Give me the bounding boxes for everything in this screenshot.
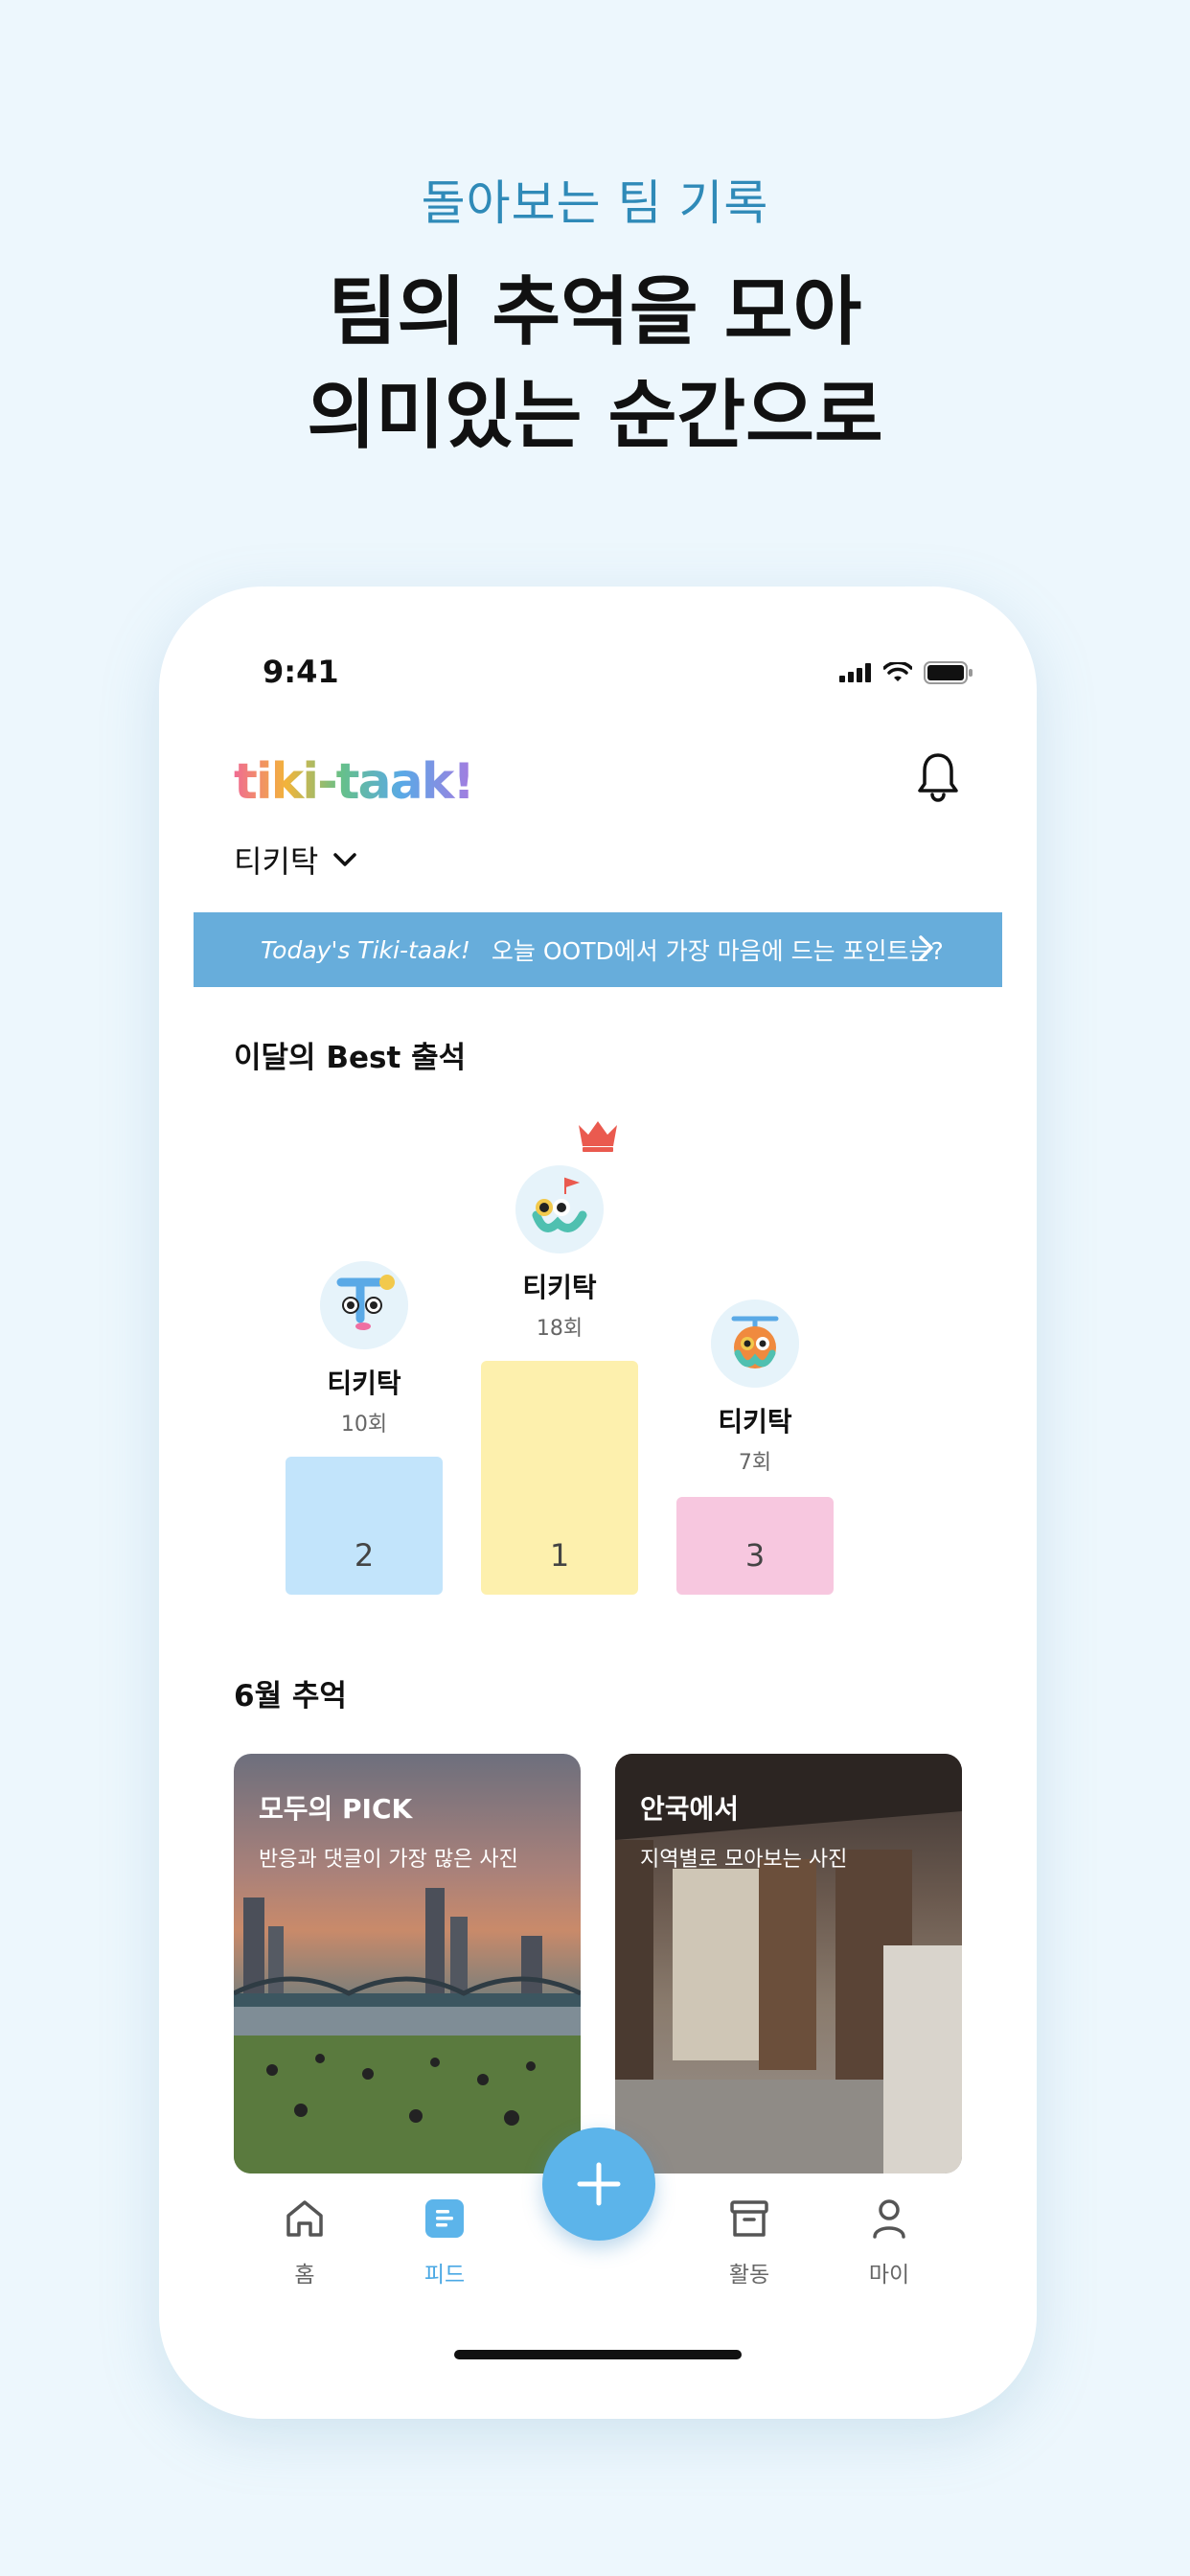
tab-home[interactable]: 홈 xyxy=(257,2196,353,2288)
person-icon xyxy=(873,2199,905,2239)
promo-title-line2: 의미있는 순간으로 xyxy=(307,373,883,459)
status-icons xyxy=(839,661,973,684)
wifi-icon xyxy=(883,662,912,681)
rank-1-name: 티키탁 xyxy=(522,1272,597,1303)
notification-bell-icon[interactable] xyxy=(916,749,960,803)
memory-card-anguk[interactable]: 안국에서 지역별로 모아보는 사진 xyxy=(615,1754,962,2174)
podium-bar-2-label: 2 xyxy=(354,1537,375,1574)
team-name: 티키탁 xyxy=(234,843,319,880)
podium-rank-2[interactable]: 티키탁 10회 xyxy=(286,1261,443,1438)
tab-feed-label: 피드 xyxy=(423,2263,466,2288)
tab-activity-label: 활동 xyxy=(728,2263,770,2288)
avatar-rank-3 xyxy=(711,1300,799,1388)
rank-2-name: 티키탁 xyxy=(327,1368,401,1399)
chevron-right-icon xyxy=(919,935,933,960)
today-question-banner[interactable]: Today's Tiki-taak! 오늘 OOTD에서 가장 마음에 드는 포… xyxy=(194,912,1002,987)
team-selector[interactable]: 티키탁 xyxy=(234,838,357,882)
today-banner-brand: Today's Tiki-taak! xyxy=(261,935,470,964)
app-logo-text: tiki-taak! xyxy=(234,753,475,811)
tab-activity[interactable]: 활동 xyxy=(701,2196,797,2288)
promo-title-line1: 팀의 추억을 모아 xyxy=(328,269,862,356)
home-indicator xyxy=(454,2350,742,2359)
memory-card-anguk-desc: 지역별로 모아보는 사진 xyxy=(640,1848,848,1872)
rank-3-count: 7회 xyxy=(738,1451,772,1475)
plus-icon xyxy=(577,2162,621,2206)
memory-card-pick[interactable]: 모두의 PICK 반응과 댓글이 가장 많은 사진 xyxy=(234,1754,581,2174)
podium-bar-3: 3 xyxy=(676,1497,834,1595)
podium-bar-1: 1 xyxy=(481,1361,638,1595)
app-logo: tiki-taak! xyxy=(234,753,475,811)
podium-bar-3-label: 3 xyxy=(744,1537,766,1574)
podium-bar-2: 2 xyxy=(286,1457,443,1595)
avatar-rank-1 xyxy=(515,1165,604,1254)
cellular-signal-icon xyxy=(839,663,871,682)
today-banner-question: 오늘 OOTD에서 가장 마음에 드는 포인트는? xyxy=(491,937,944,965)
promo-subtitle: 돌아보는 팀 기록 xyxy=(421,175,769,231)
memories-title: 6월 추억 xyxy=(234,1679,347,1714)
archive-box-icon xyxy=(730,2200,768,2237)
home-icon xyxy=(286,2200,323,2237)
tab-home-label: 홈 xyxy=(294,2263,315,2288)
memory-card-anguk-title: 안국에서 xyxy=(640,1793,740,1825)
tab-my-label: 마이 xyxy=(868,2263,910,2288)
best-attendance-title: 이달의 Best 출석 xyxy=(234,1041,467,1075)
tab-my[interactable]: 마이 xyxy=(841,2196,937,2288)
memory-card-pick-title: 모두의 PICK xyxy=(259,1793,413,1825)
chevron-down-icon xyxy=(333,853,357,866)
crown-icon xyxy=(579,1121,617,1152)
memory-card-pick-desc: 반응과 댓글이 가장 많은 사진 xyxy=(259,1848,518,1872)
tab-feed[interactable]: 피드 xyxy=(397,2196,492,2288)
rank-3-name: 티키탁 xyxy=(718,1406,792,1438)
battery-icon xyxy=(924,661,973,684)
avatar-rank-2 xyxy=(320,1261,408,1349)
phone-screen: 9:41 tiki-taak! 티키탁 Today's Tiki-taak! 오… xyxy=(194,625,1002,2379)
rank-1-count: 18회 xyxy=(536,1317,584,1341)
podium-rank-1[interactable]: 티키탁 18회 xyxy=(481,1165,638,1342)
add-button[interactable] xyxy=(542,2128,655,2241)
status-time: 9:41 xyxy=(263,654,339,690)
feed-icon xyxy=(425,2199,464,2238)
podium-rank-3[interactable]: 티키탁 7회 xyxy=(676,1300,834,1476)
podium-bar-1-label: 1 xyxy=(549,1537,570,1574)
rank-2-count: 10회 xyxy=(340,1413,388,1437)
promo-title: 팀의 추억을 모아 의미있는 순간으로 xyxy=(0,261,1190,468)
